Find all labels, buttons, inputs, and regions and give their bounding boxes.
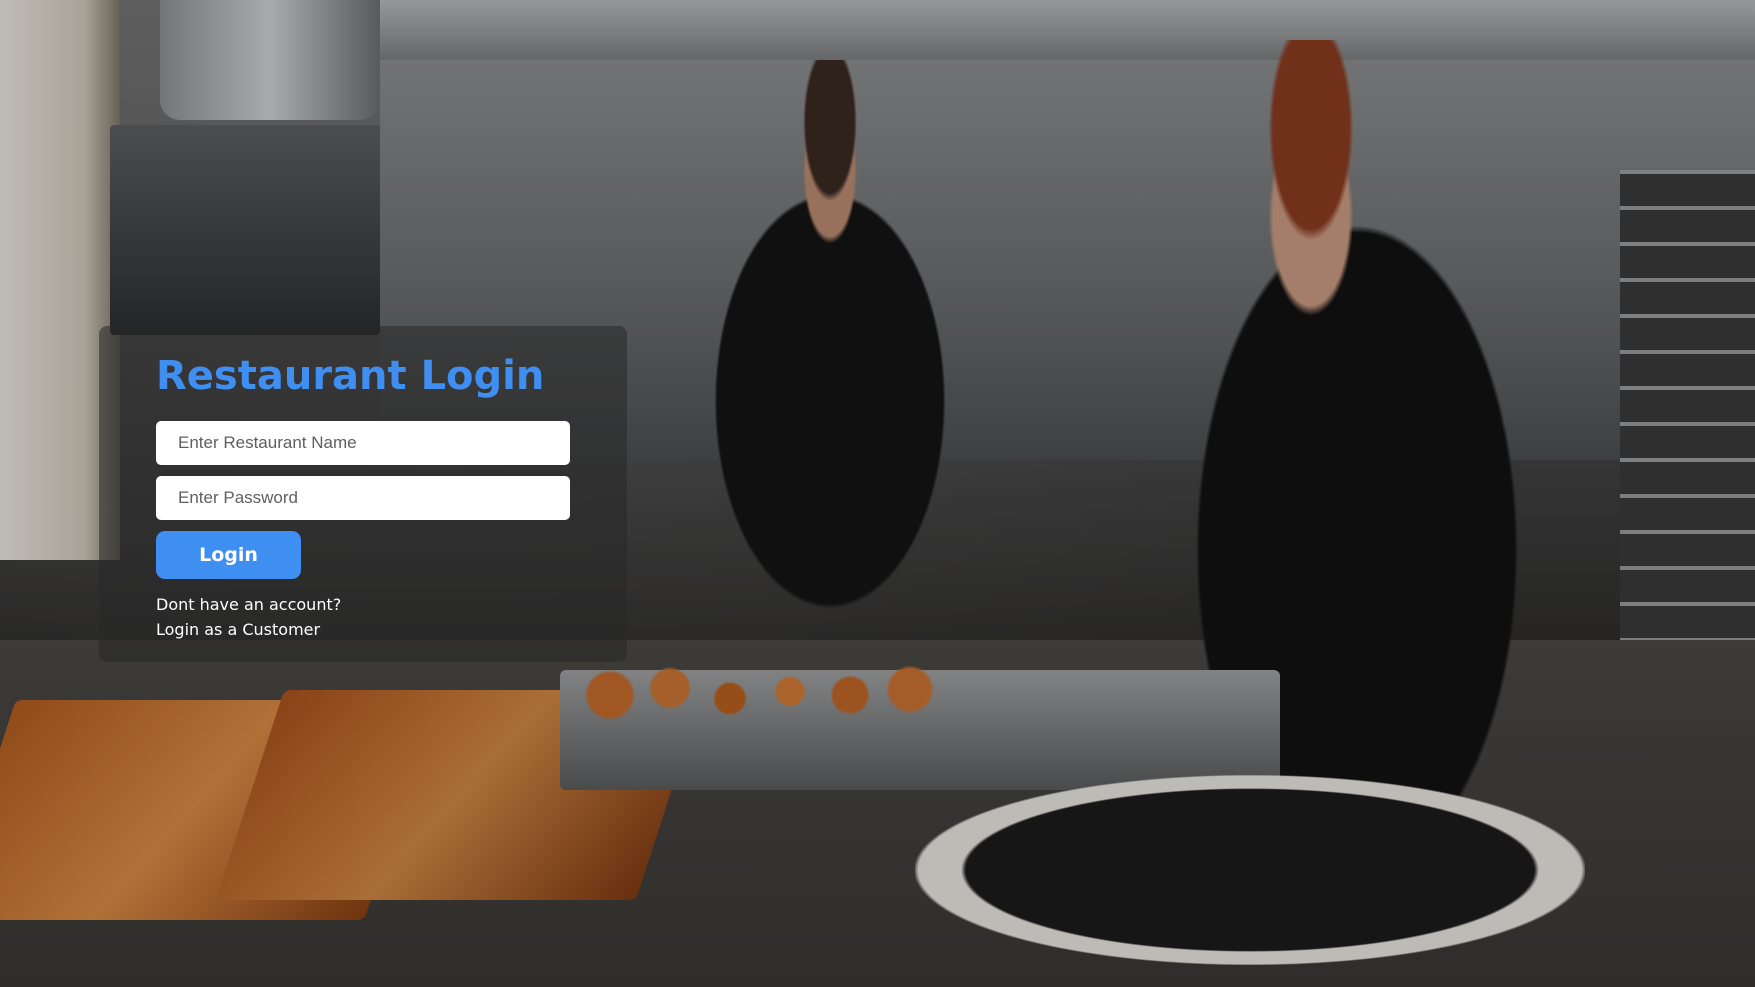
login-button[interactable]: Login — [156, 531, 301, 579]
page-title: Restaurant Login — [156, 353, 545, 399]
password-input[interactable] — [156, 476, 570, 520]
restaurant-name-input[interactable] — [156, 421, 570, 465]
customer-login-link[interactable]: Login as a Customer — [156, 617, 341, 642]
no-account-text: Dont have an account? — [156, 595, 342, 614]
account-options: Dont have an account? Login as a Custome… — [156, 592, 341, 642]
